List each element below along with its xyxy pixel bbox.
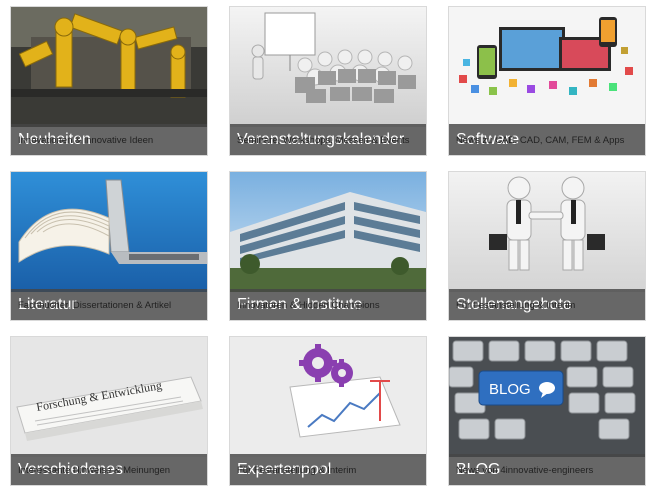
card-stellenangebote[interactable]: Stellenangebote Für Festanstellung & Int… [448,171,646,321]
category-grid: Neuheiten Innovationen & innovative Idee… [0,0,654,492]
card-caption: Innovatoren & Hidden Champions [237,300,380,311]
handshake-image [449,172,645,292]
blog-keyboard-image: BLOG [449,337,645,457]
card-firmen-institute[interactable]: Firmen & Institute Innovatoren & Hidden … [229,171,427,321]
card-expertenpool[interactable]: Expertenpool Für Festanstellung & Interi… [229,336,427,486]
presentation-audience-image [230,7,426,127]
card-caption: Innovationen & innovative Ideen [18,135,154,146]
card-caption: News zu CAE, CAD, CAM, FEM & Apps [456,135,625,146]
devices-apps-image [449,7,645,127]
card-veranstaltungskalender[interactable]: Veranstaltungskalender Seminare, Worksho… [229,6,427,156]
card-caption: Seminare, Workshops, Messen & Events [237,135,410,146]
newspaper-image: Forschung & Entwicklung [11,337,207,457]
card-caption: Interessante Hinweise & Meinungen [18,465,171,476]
gears-chart-image [230,337,426,457]
card-caption: Für Festanstellung & Interim [456,300,576,311]
blog-key-label: BLOG [489,381,531,398]
office-building-image [230,172,426,292]
card-caption: Fachbücher, Dissertationen & Artikel [18,300,172,311]
card-verschiedenes[interactable]: Forschung & Entwicklung Verschiedenes In… [10,336,208,486]
card-caption: Für Festanstellung & Interim [237,465,357,476]
industrial-robots-image [11,7,207,127]
card-caption: News von 4innovative-engineers [456,465,594,476]
book-laptop-image [11,172,207,292]
card-neuheiten[interactable]: Neuheiten Innovationen & innovative Idee… [10,6,208,156]
card-software[interactable]: Software News zu CAE, CAD, CAM, FEM & Ap… [448,6,646,156]
card-literatur[interactable]: Literatur Fachbücher, Dissertationen & A… [10,171,208,321]
card-blog[interactable]: BLOG BLOG News von 4innovative-engineers [448,336,646,486]
